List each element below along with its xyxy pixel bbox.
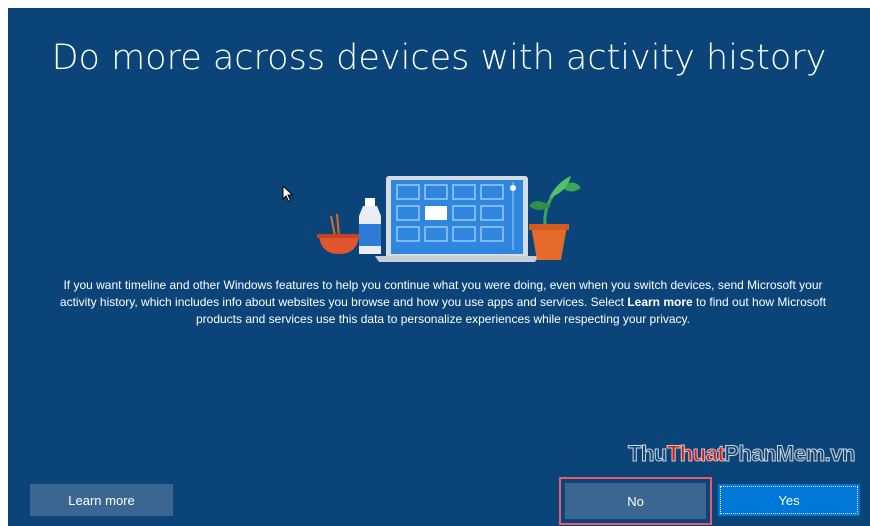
watermark-part2: Thuat xyxy=(666,441,725,467)
bottle-icon xyxy=(359,198,381,254)
page-title: Do more across devices with activity his… xyxy=(51,38,827,78)
activity-history-illustration xyxy=(317,176,581,262)
watermark-part3: PhanMem xyxy=(724,441,826,467)
yes-button[interactable]: Yes xyxy=(718,484,860,516)
watermark-part1: Thu xyxy=(628,441,668,467)
description-text: If you want timeline and other Windows f… xyxy=(48,277,838,328)
description-bold-link-text: Learn more xyxy=(627,295,693,309)
learn-more-button[interactable]: Learn more xyxy=(30,484,173,516)
mouse-pointer-icon xyxy=(282,185,294,203)
no-button[interactable]: No xyxy=(565,483,706,519)
plant-icon xyxy=(529,176,581,260)
oobe-screen: Do more across devices with activity his… xyxy=(8,8,870,526)
laptop-icon xyxy=(375,176,539,262)
bowl-icon xyxy=(317,213,361,254)
watermark: ThuThuatPhanMem.vn xyxy=(628,441,856,467)
watermark-part4: .vn xyxy=(824,441,856,467)
